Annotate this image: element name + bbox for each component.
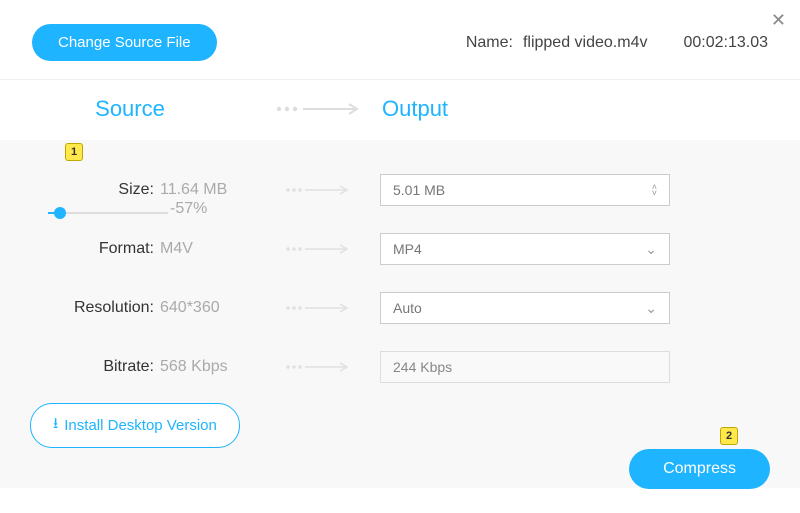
- download-icon: ⭳: [53, 413, 58, 438]
- stepper-icon: ˄˅: [652, 184, 657, 196]
- close-icon[interactable]: ✕: [771, 10, 786, 31]
- duration: 00:02:13.03: [683, 34, 768, 52]
- resolution-source-val: 640*360: [160, 299, 260, 317]
- format-source-val: M4V: [160, 240, 260, 258]
- output-size-stepper[interactable]: 5.01 MB ˄˅: [380, 174, 670, 206]
- output-title: Output: [382, 96, 448, 122]
- resolution-label: Resolution:: [0, 299, 160, 317]
- install-label: Install Desktop Version: [64, 417, 217, 434]
- bitrate-label: Bitrate:: [0, 358, 160, 376]
- arrow-icon: [260, 303, 380, 313]
- size-label: Size:: [0, 181, 160, 199]
- file-name: flipped video.m4v: [523, 34, 648, 52]
- format-label: Format:: [0, 240, 160, 258]
- output-format-value: MP4: [393, 241, 422, 257]
- row-bitrate: Bitrate: 568 Kbps 244 Kbps: [0, 351, 800, 383]
- arrow-icon: [260, 103, 380, 115]
- slider-thumb[interactable]: [54, 207, 66, 219]
- slider-track: [48, 212, 168, 214]
- source-title: Source: [0, 96, 260, 122]
- change-source-file-button[interactable]: Change Source File: [32, 24, 217, 61]
- arrow-icon: [260, 362, 380, 372]
- chevron-down-icon: ⌄: [645, 241, 657, 258]
- titles-row: Source Output: [0, 80, 800, 140]
- row-resolution: Resolution: 640*360 Auto ⌄: [0, 292, 800, 324]
- header: Change Source File Name: flipped video.m…: [0, 0, 800, 80]
- arrow-icon: [260, 244, 380, 254]
- compress-button[interactable]: Compress: [629, 449, 770, 489]
- marker-2: 2: [720, 427, 738, 445]
- row-size: Size: 11.64 MB 5.01 MB ˄˅: [0, 174, 800, 206]
- row-format: Format: M4V MP4 ⌄: [0, 233, 800, 265]
- output-resolution-value: Auto: [393, 300, 422, 316]
- install-desktop-version-button[interactable]: ⭳ Install Desktop Version: [30, 403, 240, 448]
- settings-panel: Size: 11.64 MB 5.01 MB ˄˅ -57% Format: M…: [0, 140, 800, 488]
- compression-slider[interactable]: -57%: [48, 212, 228, 214]
- file-info: Name: flipped video.m4v 00:02:13.03: [466, 34, 768, 52]
- marker-1: 1: [65, 143, 83, 161]
- arrow-icon: [260, 185, 380, 195]
- size-source-val: 11.64 MB: [160, 181, 260, 199]
- slider-percent-label: -57%: [170, 200, 207, 218]
- name-label: Name:: [466, 34, 513, 52]
- chevron-down-icon: ⌄: [645, 300, 657, 317]
- output-format-select[interactable]: MP4 ⌄: [380, 233, 670, 265]
- bitrate-source-val: 568 Kbps: [160, 358, 260, 376]
- output-resolution-select[interactable]: Auto ⌄: [380, 292, 670, 324]
- output-size-value: 5.01 MB: [393, 182, 445, 198]
- output-bitrate-value: 244 Kbps: [380, 351, 670, 383]
